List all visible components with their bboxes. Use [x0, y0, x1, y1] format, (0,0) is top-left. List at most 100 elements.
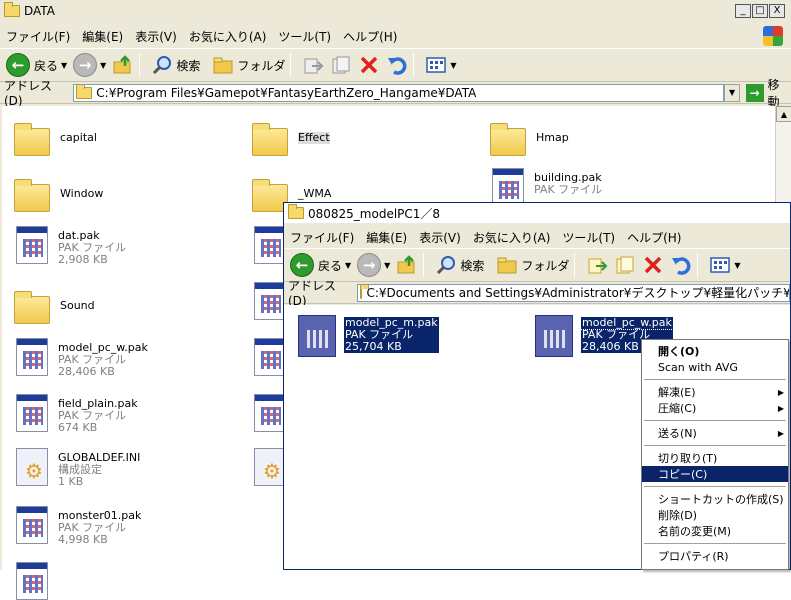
menu-favorites[interactable]: お気に入り(A)	[467, 229, 557, 246]
chevron-down-icon: ▼	[450, 61, 456, 70]
menu-tools[interactable]: ツール(T)	[272, 28, 337, 45]
menu-item-extract[interactable]: 解凍(E)▶	[642, 384, 788, 400]
menu-item-label: 切り取り(T)	[658, 450, 717, 466]
menu-item-copy[interactable]: コピー(C)	[642, 466, 788, 482]
file-item[interactable]	[254, 282, 286, 320]
submenu-arrow-icon: ▶	[778, 404, 784, 413]
forward-arrow-icon: →	[357, 253, 381, 277]
menu-item-cut[interactable]: 切り取り(T)	[642, 450, 788, 466]
folder-icon	[490, 128, 526, 156]
file-item[interactable]	[254, 394, 286, 432]
file-item[interactable]: building.pakPAK ファイル	[492, 168, 602, 206]
menu-file[interactable]: ファイル(F)	[284, 229, 360, 246]
pak-file-icon	[254, 226, 286, 264]
menu-edit[interactable]: 編集(E)	[360, 229, 413, 246]
close-button[interactable]: X	[769, 4, 785, 18]
file-item[interactable]	[254, 226, 286, 264]
back-arrow-icon: ←	[290, 253, 314, 277]
file-item[interactable]: Hmap	[490, 120, 569, 156]
address-field[interactable]: C:¥Program Files¥Gamepot¥FantasyEarthZer…	[73, 84, 724, 102]
copy-to-button[interactable]	[330, 54, 352, 76]
file-item[interactable]: Window	[14, 176, 103, 212]
delete-button[interactable]	[358, 54, 380, 76]
menu-help[interactable]: ヘルプ(H)	[621, 229, 687, 246]
forward-button[interactable]: → ▼	[357, 253, 390, 277]
search-button[interactable]: 検索	[151, 54, 200, 76]
views-icon	[709, 254, 731, 276]
file-item[interactable]: capital	[14, 120, 97, 156]
menu-item-rename[interactable]: 名前の変更(M)	[642, 523, 788, 539]
menu-help[interactable]: ヘルプ(H)	[337, 28, 403, 45]
context-menu: 開く(O) Scan with AVG 解凍(E)▶ 圧縮(C)▶ 送る(N)▶…	[641, 339, 789, 570]
back-button[interactable]: ← 戻る ▼	[290, 253, 351, 277]
delete-button[interactable]	[642, 254, 664, 276]
address-field[interactable]: C:¥Documents and Settings¥Administrator¥…	[357, 284, 790, 302]
chevron-down-icon: ▼	[734, 261, 740, 270]
toolbar-separator	[697, 253, 698, 277]
file-item[interactable]: model_pc_w.pakPAK ファイル28,406 KB	[16, 338, 148, 378]
menu-tools[interactable]: ツール(T)	[556, 229, 621, 246]
toolbar-separator	[139, 53, 140, 77]
move-to-button[interactable]	[586, 254, 608, 276]
chevron-down-icon: ▼	[345, 261, 351, 270]
file-item[interactable]: dat.pakPAK ファイル2,908 KB	[16, 226, 126, 266]
file-name: Hmap	[536, 132, 569, 144]
address-value: C:¥Documents and Settings¥Administrator¥…	[366, 284, 790, 301]
file-item[interactable]: GLOBALDEF.INI構成設定1 KB	[16, 448, 140, 488]
toolbar-separator	[423, 253, 424, 277]
file-name: Window	[60, 188, 103, 200]
back-label: 戻る	[318, 257, 342, 274]
menu-item-compress[interactable]: 圧縮(C)▶	[642, 400, 788, 416]
copy-to-icon	[614, 254, 636, 276]
file-name: capital	[60, 132, 97, 144]
file-item[interactable]	[254, 338, 286, 376]
address-dropdown-button[interactable]: ▼	[724, 84, 740, 102]
folders-button[interactable]: フォルダ	[212, 54, 285, 76]
back-button[interactable]: ← 戻る ▼	[6, 53, 67, 77]
file-item[interactable]: field_plain.pakPAK ファイル674 KB	[16, 394, 138, 434]
undo-button[interactable]	[670, 254, 692, 276]
up-folder-button[interactable]	[396, 254, 418, 276]
menu-view[interactable]: 表示(V)	[413, 229, 467, 246]
search-button[interactable]: 検索	[435, 254, 484, 276]
file-item[interactable]	[254, 448, 286, 486]
file-size: 28,406 KB	[58, 366, 148, 378]
menu-item-create-shortcut[interactable]: ショートカットの作成(S)	[642, 491, 788, 507]
menu-view[interactable]: 表示(V)	[129, 28, 183, 45]
file-item[interactable]: monster01.pakPAK ファイル4,998 KB	[16, 506, 141, 546]
file-item[interactable]: Sound	[14, 288, 95, 324]
menu-item-open[interactable]: 開く(O)	[642, 343, 788, 359]
menu-edit[interactable]: 編集(E)	[76, 28, 129, 45]
folder-icon	[288, 207, 304, 219]
menu-item-label: 名前の変更(M)	[658, 523, 731, 539]
file-item[interactable]: model_pc_m.pak PAK ファイル 25,704 KB	[298, 315, 439, 357]
title-bar: DATA _ □ X	[0, 0, 791, 22]
address-bar: アドレス(D) C:¥Documents and Settings¥Admini…	[284, 282, 790, 304]
views-icon	[425, 54, 447, 76]
copy-to-button[interactable]	[614, 254, 636, 276]
menu-favorites[interactable]: お気に入り(A)	[183, 28, 273, 45]
menu-item-label: ショートカットの作成(S)	[658, 491, 784, 507]
minimize-button[interactable]: _	[735, 4, 751, 18]
menu-item-send-to[interactable]: 送る(N)▶	[642, 425, 788, 441]
maximize-button[interactable]: □	[752, 4, 768, 18]
menu-item-delete[interactable]: 削除(D)	[642, 507, 788, 523]
file-item[interactable]: Effect	[252, 120, 330, 156]
chevron-down-icon: ▼	[100, 61, 106, 70]
menu-item-label: コピー(C)	[658, 466, 707, 482]
menu-separator	[644, 543, 786, 544]
menu-file[interactable]: ファイル(F)	[0, 28, 76, 45]
menu-item-scan-avg[interactable]: Scan with AVG	[642, 359, 788, 375]
delete-x-icon	[642, 254, 664, 276]
undo-button[interactable]	[386, 54, 408, 76]
up-folder-button[interactable]	[112, 54, 134, 76]
scroll-up-button[interactable]: ▲	[776, 106, 791, 122]
move-to-button[interactable]	[302, 54, 324, 76]
folders-button[interactable]: フォルダ	[496, 254, 569, 276]
menu-item-properties[interactable]: プロパティ(R)	[642, 548, 788, 564]
forward-button[interactable]: → ▼	[73, 53, 106, 77]
go-button[interactable]: → 移動	[746, 76, 791, 110]
views-button[interactable]: ▼	[425, 54, 456, 76]
file-item[interactable]	[16, 562, 48, 600]
views-button[interactable]: ▼	[709, 254, 740, 276]
